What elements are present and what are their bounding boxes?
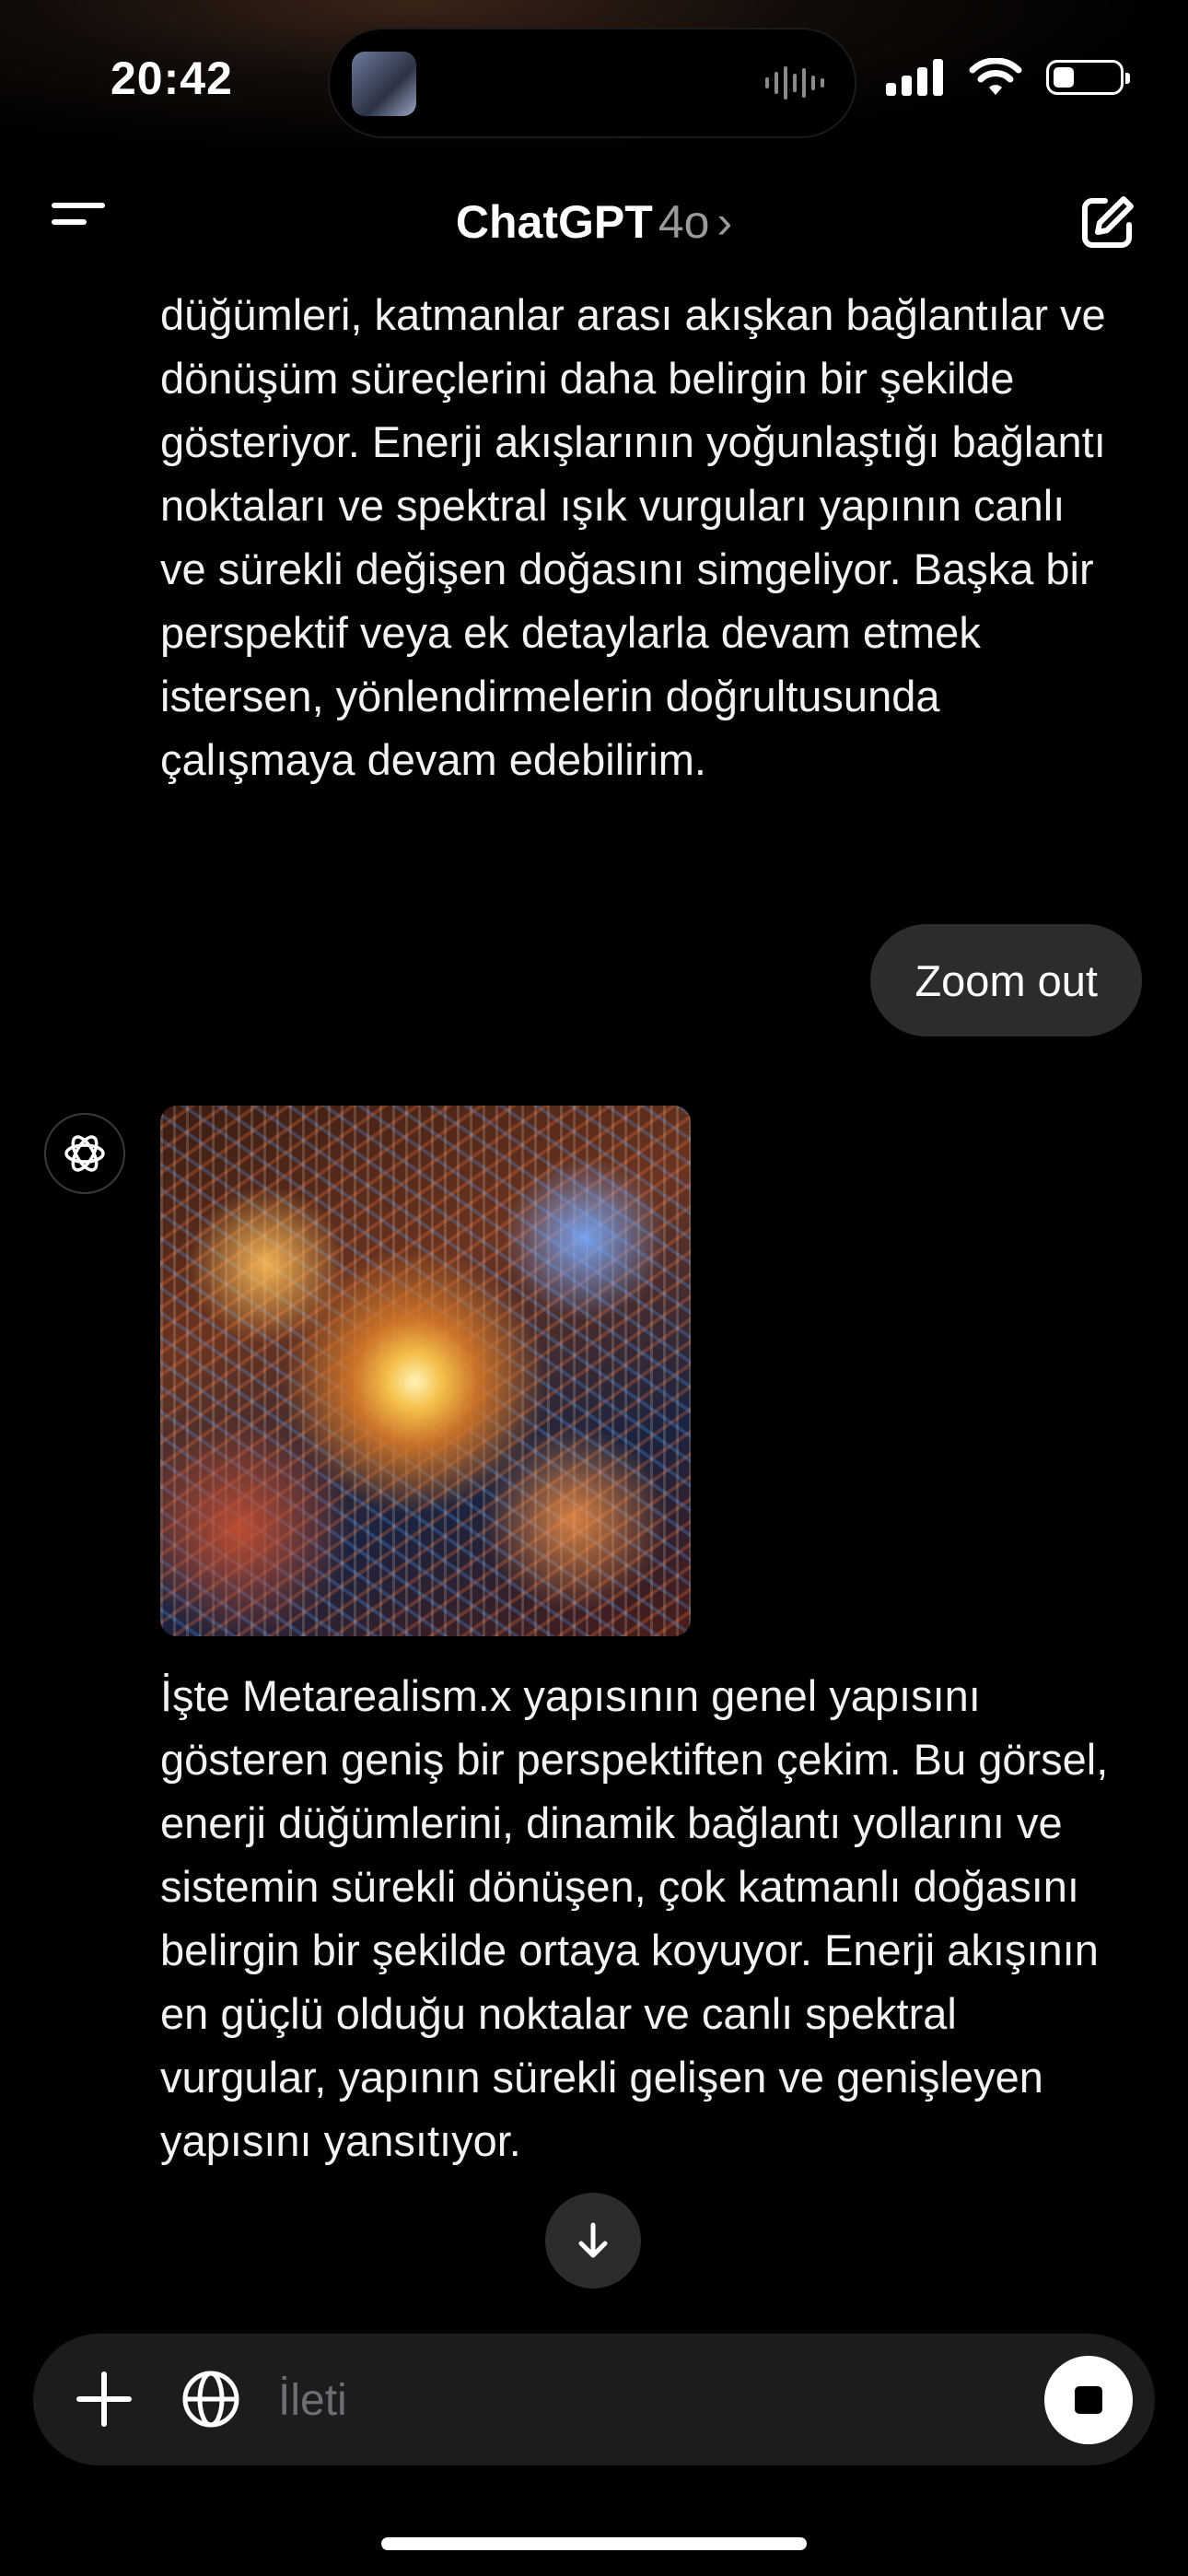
generated-image[interactable] (160, 1106, 691, 1636)
island-app-icon (352, 52, 416, 116)
stop-button[interactable] (1044, 2356, 1133, 2444)
app-header: ChatGPT 4o › (0, 157, 1188, 286)
stop-icon (1075, 2386, 1102, 2414)
status-icons (886, 57, 1130, 98)
dynamic-island[interactable] (328, 28, 856, 138)
assistant-message-text: İşte Metarealism.x yapısının genel yapıs… (160, 1671, 1109, 2165)
audio-waveform-icon (765, 66, 824, 100)
message-composer (33, 2334, 1155, 2465)
model-name: 4o (658, 196, 710, 248)
globe-icon[interactable] (179, 2367, 243, 2431)
user-message-bubble[interactable]: Zoom out (870, 924, 1142, 1036)
assistant-message-text: düğümleri, katmanlar arası akışkan bağla… (160, 290, 1106, 784)
user-message-text: Zoom out (914, 955, 1098, 1005)
arrow-down-icon (578, 2222, 608, 2258)
message-input[interactable] (276, 2367, 1035, 2433)
compose-icon[interactable] (1077, 193, 1136, 252)
status-bar: 20:42 (0, 0, 1188, 157)
chatgpt-logo-icon (44, 1113, 125, 1194)
plus-icon[interactable] (72, 2367, 136, 2431)
status-time: 20:42 (111, 53, 233, 104)
model-selector[interactable]: ChatGPT 4o › (0, 195, 1188, 249)
cellular-signal-icon (886, 59, 943, 96)
home-indicator[interactable] (381, 2537, 807, 2550)
chevron-right-icon: › (716, 196, 733, 248)
app-title: ChatGPT (455, 196, 653, 248)
scroll-to-bottom-button[interactable] (545, 2193, 641, 2289)
battery-icon (1046, 60, 1130, 95)
wifi-icon (969, 58, 1022, 95)
